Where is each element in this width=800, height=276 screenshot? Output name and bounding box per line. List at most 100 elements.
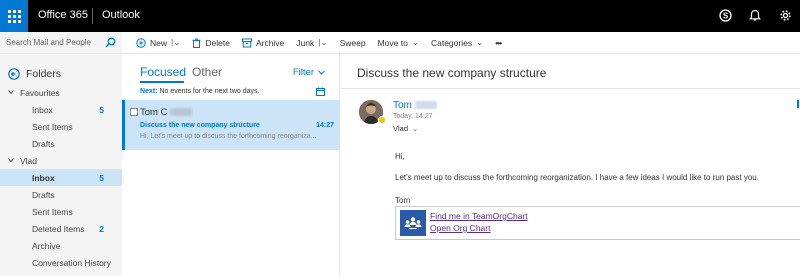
more-actions-button[interactable]: ••• <box>495 37 502 48</box>
filter-button[interactable]: Filter <box>293 67 325 78</box>
gear-icon[interactable] <box>778 8 792 22</box>
app-title[interactable]: Outlook <box>102 9 140 21</box>
email-subject: Discuss the new company structure <box>357 66 547 80</box>
sweep-button[interactable]: Sweep <box>340 37 366 48</box>
recipient-name: Vlad <box>393 124 409 133</box>
actions-marker[interactable] <box>797 100 799 108</box>
chevron-down-icon <box>318 70 325 75</box>
next-label: Next: <box>140 88 158 95</box>
new-button[interactable]: New |⌄ <box>136 37 180 48</box>
folder-label: Archive <box>32 241 61 251</box>
new-dropdown-icon[interactable]: |⌄ <box>171 37 180 48</box>
folder-label: Sent Items <box>32 207 73 217</box>
folder-favourites-sent-items[interactable]: Sent Items <box>0 118 122 135</box>
reading-pane: Discuss the new company structure Tom To… <box>341 54 800 276</box>
message-subject: Discuss the new company structure <box>140 122 260 129</box>
folder-deleted-items[interactable]: Deleted Items 2 <box>0 220 122 237</box>
body-paragraph: Let's meet up to discuss the forthcoming… <box>395 173 759 182</box>
archive-label: Archive <box>255 37 285 48</box>
folder-archive[interactable]: Archive <box>0 237 122 254</box>
body-greeting: Hi, <box>395 152 405 161</box>
folder-inbox[interactable]: Inbox 5 <box>0 169 122 186</box>
search-icon[interactable] <box>105 37 116 50</box>
redacted-surname <box>170 108 193 117</box>
tab-other[interactable]: Other <box>192 65 222 79</box>
app-launcher-button[interactable] <box>0 0 28 32</box>
junk-label: Junk <box>296 37 315 48</box>
folder-label: Drafts <box>32 139 55 149</box>
waffle-icon <box>7 9 21 23</box>
suite-title[interactable]: Office 365 <box>38 9 88 21</box>
sender-name[interactable]: Tom <box>393 100 437 111</box>
categories-button[interactable]: Categories ⌄ <box>431 37 483 48</box>
delete-label: Delete <box>205 37 230 48</box>
new-label: New <box>150 37 168 48</box>
folder-label: Deleted Items <box>32 224 85 234</box>
message-list: Focused Other Filter Next: No events for… <box>122 54 340 276</box>
delete-button[interactable]: Delete <box>192 37 230 48</box>
archive-icon <box>241 38 252 47</box>
favourites-group[interactable]: Favourites <box>0 84 122 101</box>
message-checkbox[interactable] <box>130 108 138 116</box>
svg-text:S: S <box>722 11 728 20</box>
tab-focused[interactable]: Focused <box>140 65 186 79</box>
more-icon: ••• <box>495 37 502 48</box>
trash-icon <box>192 38 201 48</box>
folder-label: Drafts <box>32 190 55 200</box>
junk-dropdown-icon[interactable]: |⌄ <box>318 37 327 48</box>
sent-date: Today, 14:27 <box>393 113 433 120</box>
folder-label: Inbox <box>32 173 55 183</box>
presence-status-icon <box>378 116 386 124</box>
search-input[interactable]: Search Mail and People <box>0 32 122 53</box>
message-time: 14:27 <box>316 122 334 129</box>
junk-button[interactable]: Junk |⌄ <box>296 37 327 48</box>
message-item[interactable]: Tom C Discuss the new company structure … <box>122 100 340 150</box>
move-to-label: Move to <box>377 37 408 48</box>
filter-label: Filter <box>292 67 314 78</box>
caret-down-icon <box>8 90 14 95</box>
message-preview: Hi, Let's meet up to discuss the forthco… <box>140 133 317 140</box>
unread-count: 5 <box>99 105 104 115</box>
calendar-icon[interactable] <box>316 87 325 98</box>
recipients[interactable]: Vlad ⌄ <box>393 124 418 133</box>
account-label: Vlad <box>20 156 38 166</box>
skype-icon[interactable]: S <box>718 8 732 22</box>
folder-favourites-inbox[interactable]: Inbox 5 <box>0 101 122 118</box>
back-arrow-icon <box>8 68 20 80</box>
sweep-label: Sweep <box>339 37 366 48</box>
plus-circle-icon <box>136 37 146 48</box>
folder-label: Sent Items <box>32 122 73 132</box>
account-group[interactable]: Vlad <box>0 152 122 169</box>
folder-conversation-history[interactable]: Conversation History <box>0 254 122 271</box>
archive-button[interactable]: Archive <box>241 37 285 48</box>
caret-down-icon <box>8 158 14 163</box>
folders-heading: Folders <box>26 68 62 80</box>
top-bar: Office 365 Outlook S <box>0 0 800 32</box>
move-to-button[interactable]: Move to ⌄ <box>378 37 419 48</box>
addin-card: Find me in TeamOrgChart Open Org Chart <box>395 206 800 240</box>
chevron-down-icon: ⌄ <box>476 37 484 47</box>
body-signoff: Tom <box>395 196 411 205</box>
divider <box>341 88 800 89</box>
bell-icon[interactable] <box>748 8 762 22</box>
message-sender: Tom C <box>140 107 193 118</box>
expand-recipients-icon[interactable]: ⌄ <box>412 124 418 133</box>
find-me-link[interactable]: Find me in TeamOrgChart <box>430 211 528 221</box>
folder-favourites-drafts[interactable]: Drafts <box>0 135 122 152</box>
team-org-chart-icon <box>400 210 426 236</box>
unread-count: 5 <box>99 173 104 183</box>
open-org-chart-link[interactable]: Open Org Chart <box>430 223 490 233</box>
tab-selected-indicator <box>140 81 184 83</box>
folder-label: Inbox <box>32 105 53 115</box>
folder-pane: Folders Favourites Inbox 5 Sent Items Dr… <box>0 54 122 276</box>
categories-label: Categories <box>430 37 473 48</box>
redacted-surname <box>414 101 437 110</box>
folder-sent-items[interactable]: Sent Items <box>0 203 122 220</box>
favourites-label: Favourites <box>20 88 60 98</box>
folders-toggle[interactable]: Folders <box>8 68 61 80</box>
next-events-notice: Next: No events for the next two days. <box>140 88 259 95</box>
command-bar: Search Mail and People New |⌄ Delete Arc… <box>0 32 800 54</box>
search-placeholder: Search Mail and People <box>6 38 91 47</box>
folder-drafts[interactable]: Drafts <box>0 186 122 203</box>
unread-count: 2 <box>99 224 104 234</box>
